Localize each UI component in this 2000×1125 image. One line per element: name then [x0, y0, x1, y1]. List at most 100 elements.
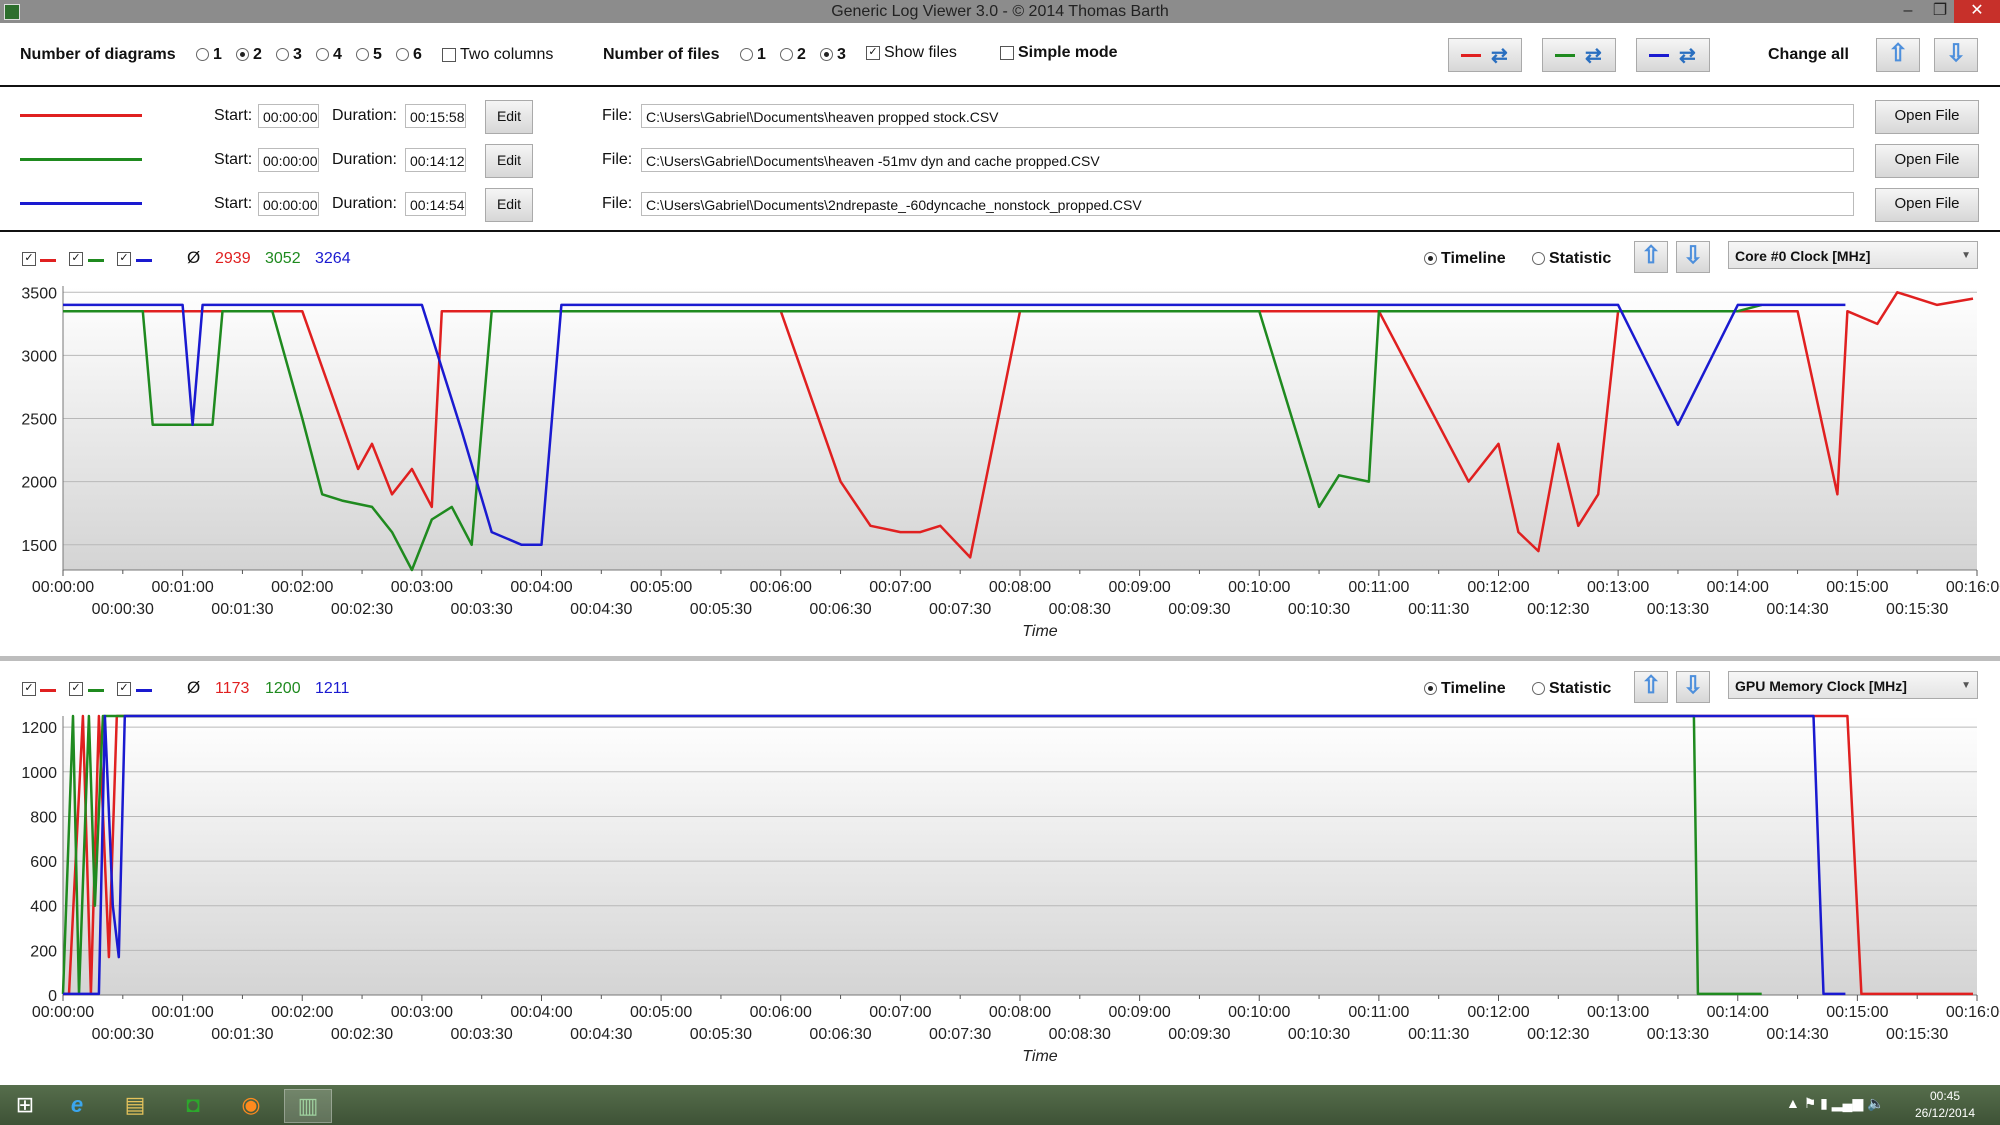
radio-icon [780, 48, 793, 62]
x-tick-label: 00:01:00 [151, 579, 213, 596]
log-viewer-taskbar-icon[interactable]: ▥ [284, 1089, 332, 1123]
average-blue: 3264 [315, 250, 351, 267]
radio-icon [316, 48, 329, 62]
start-input[interactable]: 00:00:00 [258, 192, 319, 216]
file-path-input[interactable]: C:\Users\Gabriel\Documents\heaven -51mv … [641, 148, 1854, 172]
open-file-button[interactable]: Open File [1875, 100, 1979, 134]
green-legend-line [88, 259, 104, 262]
diagrams-option-6[interactable]: 6 [396, 46, 422, 64]
diagrams-option-2[interactable]: 2 [236, 46, 262, 64]
duration-input[interactable]: 00:14:54 [405, 192, 466, 216]
edit-button[interactable]: Edit [485, 144, 533, 178]
edit-button[interactable]: Edit [485, 188, 533, 222]
metric-select[interactable]: GPU Memory Clock [MHz] ▼ [1728, 671, 1978, 699]
statistic-radio[interactable]: Statistic [1532, 250, 1611, 268]
show-files-checkbox[interactable]: Show files [866, 44, 957, 62]
open-file-button[interactable]: Open File [1875, 188, 1979, 222]
store-icon[interactable]: ◘ [170, 1089, 216, 1121]
x-tick-label: 00:00:00 [32, 1004, 94, 1021]
files-option-3[interactable]: 3 [820, 46, 846, 64]
x-tick-label: 00:09:30 [1168, 601, 1230, 618]
duration-input[interactable]: 00:15:58 [405, 104, 466, 128]
diagrams-option-1[interactable]: 1 [196, 46, 222, 64]
x-tick-label: 00:14:00 [1707, 579, 1769, 596]
files-option-2[interactable]: 2 [780, 46, 806, 64]
duration-input[interactable]: 00:14:12 [405, 148, 466, 172]
start-label: Start: [214, 151, 253, 168]
radio-selected-icon [1424, 252, 1437, 266]
cycle-green-color-button[interactable]: ⇄ [1542, 38, 1616, 72]
y-tick-label: 1000 [21, 765, 57, 782]
close-button[interactable]: ✕ [1954, 0, 2000, 23]
diagrams-option-5[interactable]: 5 [356, 46, 382, 64]
series-blue-toggle[interactable] [117, 682, 131, 696]
simple-mode-checkbox[interactable]: Simple mode [1000, 44, 1118, 62]
diagram-divider[interactable] [0, 656, 2000, 661]
plot-area [63, 716, 1977, 995]
y-tick-label: 200 [30, 943, 57, 960]
system-tray-icons[interactable]: ▲ ⚑ ▮ ▂▄▆ 🔈 [1786, 1095, 1885, 1112]
series-green-toggle[interactable] [69, 252, 83, 266]
series-red-toggle[interactable] [22, 682, 36, 696]
minimize-button[interactable]: – [1892, 0, 1924, 23]
open-file-button[interactable]: Open File [1875, 144, 1979, 178]
x-tick-label: 00:15:00 [1826, 1004, 1888, 1021]
average-symbol: Ø [187, 678, 201, 697]
file-color-line [20, 202, 142, 205]
x-tick-label: 00:14:00 [1707, 1004, 1769, 1021]
file-path-input[interactable]: C:\Users\Gabriel\Documents\heaven proppe… [641, 104, 1854, 128]
change-all-down-button[interactable]: ⇩ [1934, 38, 1978, 72]
diagram-1-up-button[interactable]: ⇧ [1634, 241, 1668, 273]
diagram-2-down-button[interactable]: ⇩ [1676, 671, 1710, 703]
series-red-toggle[interactable] [22, 252, 36, 266]
start-label: Start: [214, 195, 253, 212]
clock[interactable]: 00:45 26/12/2014 [1900, 1088, 1990, 1122]
diagrams-option-3[interactable]: 3 [276, 46, 302, 64]
start-input[interactable]: 00:00:00 [258, 104, 319, 128]
radio-icon [196, 48, 209, 62]
restore-button[interactable]: ❐ [1924, 0, 1956, 23]
two-columns-checkbox[interactable]: Two columns [442, 46, 553, 64]
x-tick-label: 00:14:30 [1766, 1026, 1828, 1043]
file-label: File: [602, 151, 633, 168]
average-blue: 1211 [315, 680, 350, 697]
files-option-1[interactable]: 1 [740, 46, 766, 64]
x-tick-label: 00:09:30 [1168, 1026, 1230, 1043]
file-path-input[interactable]: C:\Users\Gabriel\Documents\2ndrepaste_-6… [641, 192, 1854, 216]
diagrams-option-4[interactable]: 4 [316, 46, 342, 64]
y-tick-label: 2000 [21, 475, 57, 492]
x-tick-label: 00:04:00 [510, 1004, 572, 1021]
cycle-blue-color-button[interactable]: ⇄ [1636, 38, 1710, 72]
series-green-toggle[interactable] [69, 682, 83, 696]
series-blue-toggle[interactable] [117, 252, 131, 266]
x-tick-label: 00:08:30 [1049, 601, 1111, 618]
internet-explorer-icon[interactable]: e [54, 1089, 100, 1121]
y-tick-label: 3000 [21, 348, 57, 365]
window-title: Generic Log Viewer 3.0 - © 2014 Thomas B… [831, 3, 1169, 20]
timeline-radio[interactable]: Timeline [1424, 680, 1506, 698]
x-tick-label: 00:06:00 [750, 579, 812, 596]
y-tick-label: 800 [30, 809, 57, 826]
change-all-up-button[interactable]: ⇧ [1876, 38, 1920, 72]
x-tick-label: 00:06:00 [750, 1004, 812, 1021]
edit-button[interactable]: Edit [485, 100, 533, 134]
x-tick-label: 00:13:30 [1647, 601, 1709, 618]
x-tick-label: 00:10:00 [1228, 579, 1290, 596]
x-tick-label: 00:12:00 [1467, 1004, 1529, 1021]
file-explorer-icon[interactable]: ▤ [112, 1089, 158, 1121]
file-color-line [20, 114, 142, 117]
start-button[interactable]: ⊞ [2, 1089, 48, 1121]
y-tick-label: 1200 [21, 720, 57, 737]
x-tick-label: 00:03:30 [451, 1026, 513, 1043]
firefox-icon[interactable]: ◉ [228, 1089, 274, 1121]
timeline-radio[interactable]: Timeline [1424, 250, 1506, 268]
radio-selected-icon [236, 48, 249, 62]
diagram-1-down-button[interactable]: ⇩ [1676, 241, 1710, 273]
metric-select[interactable]: Core #0 Clock [MHz] ▼ [1728, 241, 1978, 269]
x-tick-label: 00:07:30 [929, 601, 991, 618]
cycle-red-color-button[interactable]: ⇄ [1448, 38, 1522, 72]
start-input[interactable]: 00:00:00 [258, 148, 319, 172]
diagram-2-up-button[interactable]: ⇧ [1634, 671, 1668, 703]
start-label: Start: [214, 107, 253, 124]
statistic-radio[interactable]: Statistic [1532, 680, 1611, 698]
